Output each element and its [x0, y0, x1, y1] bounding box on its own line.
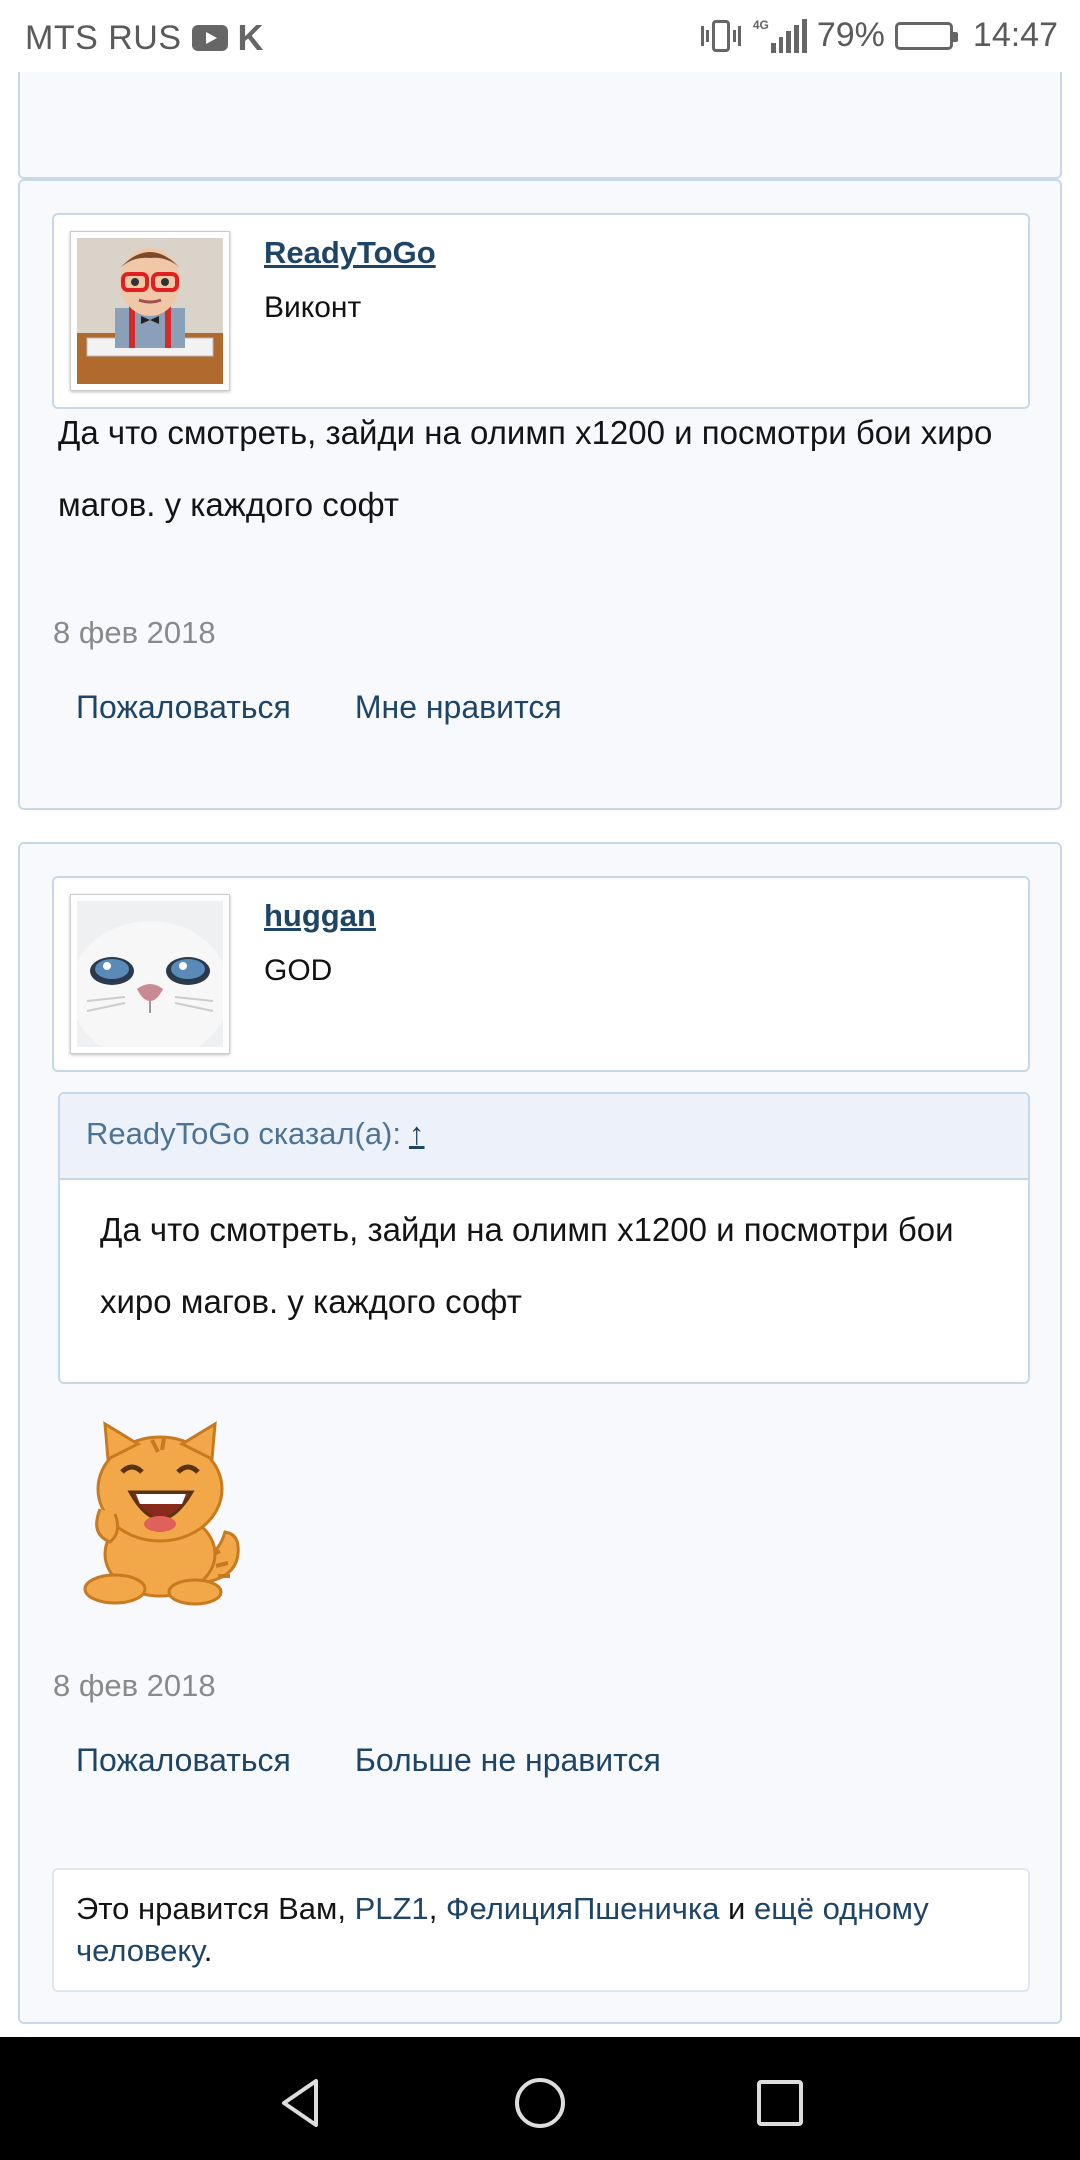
post-date[interactable]: 8 фев 2018 — [53, 1668, 216, 1704]
liker-link[interactable]: ФелицияПшеничка — [446, 1891, 720, 1926]
user-card: huggan GOD — [52, 876, 1030, 1072]
quote-header: ReadyToGo сказал(а): ↑ — [60, 1094, 1028, 1180]
carrier-name: MTS RUS — [25, 18, 182, 57]
youtube-icon — [191, 25, 228, 51]
post-date[interactable]: 8 фев 2018 — [53, 615, 216, 651]
post: ReadyToGo Виконт Да что смотреть, зайди … — [18, 179, 1062, 810]
report-link[interactable]: Пожаловаться — [76, 689, 291, 726]
avatar[interactable] — [70, 894, 230, 1054]
screen: MTS RUS K 4G 79% 14:47 ReadyToGo Виконт … — [0, 0, 1080, 2160]
thread-content[interactable]: ReadyToGo Виконт Да что смотреть, зайди … — [0, 72, 1080, 2037]
signal-icon: 4G — [752, 17, 807, 53]
quote-block: ReadyToGo сказал(а): ↑ Да что смотреть, з… — [58, 1092, 1030, 1384]
kitten-avatar-icon — [77, 901, 223, 1047]
avatar[interactable] — [70, 231, 230, 391]
liker-link[interactable]: PLZ1 — [355, 1891, 429, 1926]
status-right: 4G 79% 14:47 — [699, 16, 1058, 55]
laughing-cat-sticker-icon — [83, 1421, 240, 1606]
report-link[interactable]: Пожаловаться — [76, 1742, 291, 1779]
quote-text: Да что смотреть, зайди на олимп x1200 и … — [100, 1211, 954, 1320]
likes-end: . — [203, 1933, 213, 1968]
unlike-link[interactable]: Больше не нравится — [355, 1742, 661, 1779]
likes-separator: , — [428, 1891, 446, 1926]
previous-post — [18, 72, 1062, 179]
likes-separator: и — [719, 1891, 754, 1926]
likes-summary: Это нравится Вам, PLZ1, ФелицияПшеничка … — [52, 1868, 1030, 1992]
navigation-bar — [0, 2037, 1080, 2160]
battery-icon — [894, 21, 958, 50]
status-bar: MTS RUS K 4G 79% 14:47 — [0, 0, 1080, 72]
likes-prefix: Это нравится Вам, — [76, 1891, 355, 1926]
battery-percent: 79% — [816, 16, 885, 54]
clock: 14:47 — [972, 16, 1058, 54]
post-actions: Пожаловаться Мне нравится — [76, 689, 562, 726]
like-link[interactable]: Мне нравится — [355, 689, 562, 726]
username-link[interactable]: huggan — [264, 898, 376, 934]
k-app-icon: K — [237, 17, 264, 58]
network-type: 4G — [752, 17, 769, 32]
message-text: Да что смотреть, зайди на олимп x1200 и … — [58, 414, 993, 523]
nerd-avatar-icon — [77, 238, 223, 384]
vibrate-icon — [699, 18, 743, 54]
user-card: ReadyToGo Виконт — [52, 213, 1030, 409]
recents-icon[interactable] — [750, 2073, 810, 2133]
quote-jump-link[interactable]: ↑ — [409, 1116, 425, 1151]
back-icon[interactable] — [270, 2073, 330, 2133]
username-link[interactable]: ReadyToGo — [264, 235, 436, 271]
status-left: MTS RUS K — [25, 17, 264, 59]
quote-author: ReadyToGo сказал(а): — [86, 1116, 401, 1151]
user-title: GOD — [264, 954, 333, 987]
post-actions: Пожаловаться Больше не нравится — [76, 1742, 661, 1779]
user-title: Виконт — [264, 291, 362, 324]
post: huggan GOD ReadyToGo сказал(а): ↑ Да что … — [18, 842, 1062, 2024]
home-icon[interactable] — [510, 2073, 570, 2133]
